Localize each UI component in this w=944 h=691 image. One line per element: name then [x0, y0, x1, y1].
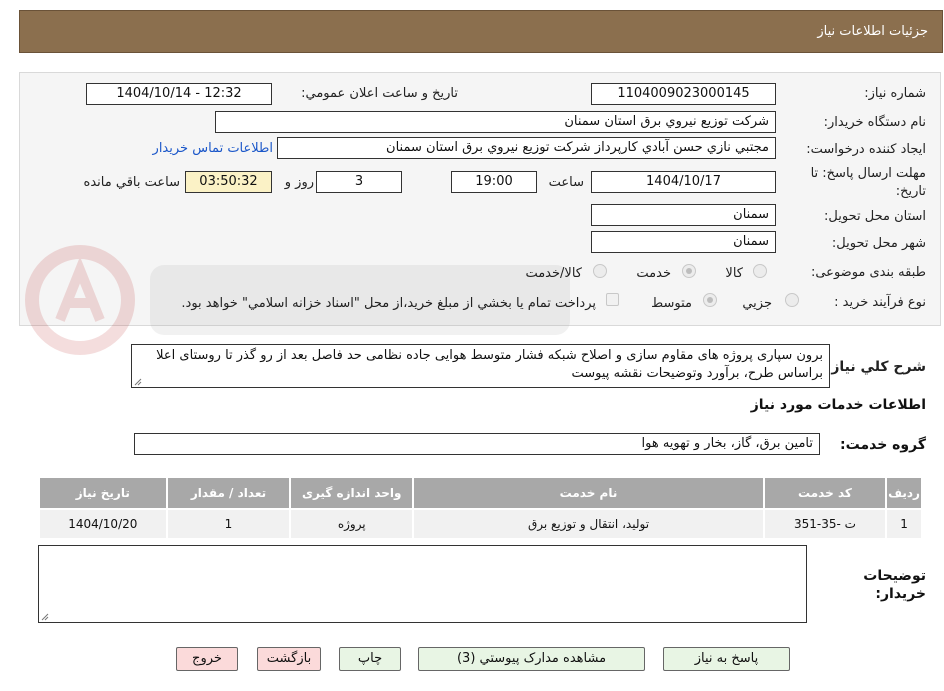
remaining-time-field: 03:50:32: [185, 171, 272, 193]
deadline-date-field[interactable]: 1404/10/17: [591, 171, 776, 193]
need-date-cell: 1404/10/20: [38, 508, 168, 540]
view-documents-button[interactable]: مشاهده مدارک پيوستي (3): [418, 647, 645, 671]
category-goods-service-label: كالا/خدمت: [525, 266, 582, 281]
province-label: استان محل تحويل:: [824, 209, 926, 224]
unit-cell: پروژه: [289, 508, 415, 540]
column-header: رديف: [885, 476, 923, 510]
page-title: جزئيات اطلاعات نياز: [817, 24, 928, 39]
buyer-notes-label: توضيحات: [863, 568, 926, 584]
announce-datetime-label: تاريخ و ساعت اعلان عمومي:: [301, 86, 458, 101]
treasury-payment-note: پرداخت تمام يا بخشي از مبلغ خريد،از محل …: [181, 296, 596, 311]
category-label: طبقه بندی موضوعی:: [810, 265, 926, 280]
description-textarea[interactable]: برون سپاری پروژه های مقاوم سازی و اصلاح …: [131, 344, 830, 388]
category-goods-service-radio[interactable]: [593, 264, 607, 278]
table-row[interactable]: 1 ت -35-351 توليد، انتقال و توزيع برق پر…: [38, 508, 923, 540]
column-header: تاريخ نياز: [38, 476, 168, 510]
services-table: رديف كد خدمت نام خدمت واحد اندازه گيری ت…: [38, 476, 923, 540]
service-name-cell: توليد، انتقال و توزيع برق: [412, 508, 765, 540]
back-button[interactable]: بازگشت: [257, 647, 321, 671]
resize-handle-icon[interactable]: [134, 378, 142, 386]
deadline-time-label: ساعت: [548, 175, 584, 190]
row-index-cell: 1: [885, 508, 923, 540]
process-minor-label: جزيي: [742, 296, 772, 311]
page-header: جزئيات اطلاعات نياز: [19, 10, 943, 53]
buyer-notes-label-line2: خريدار:: [875, 586, 926, 602]
table-header-row: رديف كد خدمت نام خدمت واحد اندازه گيری ت…: [38, 476, 923, 510]
buyer-org-label: نام دستگاه خريدار:: [823, 115, 926, 130]
service-code-cell: ت -35-351: [762, 508, 888, 540]
description-label: شرح كلي نياز:: [825, 359, 926, 375]
category-goods-radio[interactable]: [753, 264, 767, 278]
requester-label: ايجاد كننده درخواست:: [806, 142, 926, 157]
buyer-notes-textarea[interactable]: [38, 545, 807, 623]
city-label: شهر محل تحويل:: [831, 236, 926, 251]
process-minor-radio[interactable]: [785, 293, 799, 307]
print-button[interactable]: چاپ: [339, 647, 401, 671]
category-service-radio[interactable]: [682, 264, 696, 278]
process-label: نوع فرآيند خريد :: [834, 295, 926, 310]
exit-button[interactable]: خروج: [176, 647, 238, 671]
requester-field[interactable]: مجتبي نازي حسن آبادي كارپرداز شركت توزيع…: [277, 137, 776, 159]
announce-datetime-field[interactable]: 1404/10/14 - 12:32: [86, 83, 272, 105]
process-medium-radio[interactable]: [703, 293, 717, 307]
city-field[interactable]: سمنان: [591, 231, 776, 253]
deadline-time-field[interactable]: 19:00: [451, 171, 537, 193]
services-section-title: اطلاعات خدمات مورد نياز: [750, 397, 926, 413]
quantity-cell: 1: [165, 508, 292, 540]
deadline-label-date: تاريخ:: [895, 184, 926, 199]
buyer-org-field[interactable]: شركت توزيع نيروي برق استان سمنان: [215, 111, 776, 133]
column-header: كد خدمت: [762, 476, 888, 510]
treasury-payment-checkbox[interactable]: [606, 293, 619, 306]
column-header: تعداد / مقدار: [165, 476, 292, 510]
column-header: واحد اندازه گيری: [289, 476, 415, 510]
need-number-label: شماره نياز:: [864, 86, 926, 101]
process-medium-label: متوسط: [651, 296, 692, 311]
deadline-label: مهلت ارسال پاسخ: تا: [810, 166, 926, 181]
service-group-field[interactable]: تامين برق، گاز، بخار و تهويه هوا: [134, 433, 820, 455]
reply-button[interactable]: پاسخ به نياز: [663, 647, 790, 671]
days-field[interactable]: 3: [316, 171, 402, 193]
service-group-label: گروه خدمت:: [840, 437, 926, 453]
need-number-field[interactable]: 1104009023000145: [591, 83, 776, 105]
column-header: نام خدمت: [412, 476, 765, 510]
category-service-label: خدمت: [636, 266, 671, 281]
remaining-time-label: ساعت باقي مانده: [83, 175, 180, 190]
resize-handle-icon[interactable]: [41, 613, 49, 621]
days-label: روز و: [284, 175, 314, 190]
buyer-contact-link[interactable]: اطلاعات تماس خريدار: [153, 141, 273, 156]
category-goods-label: كالا: [725, 266, 743, 281]
description-text: برون سپاری پروژه های مقاوم سازی و اصلاح …: [156, 348, 823, 381]
province-field[interactable]: سمنان: [591, 204, 776, 226]
